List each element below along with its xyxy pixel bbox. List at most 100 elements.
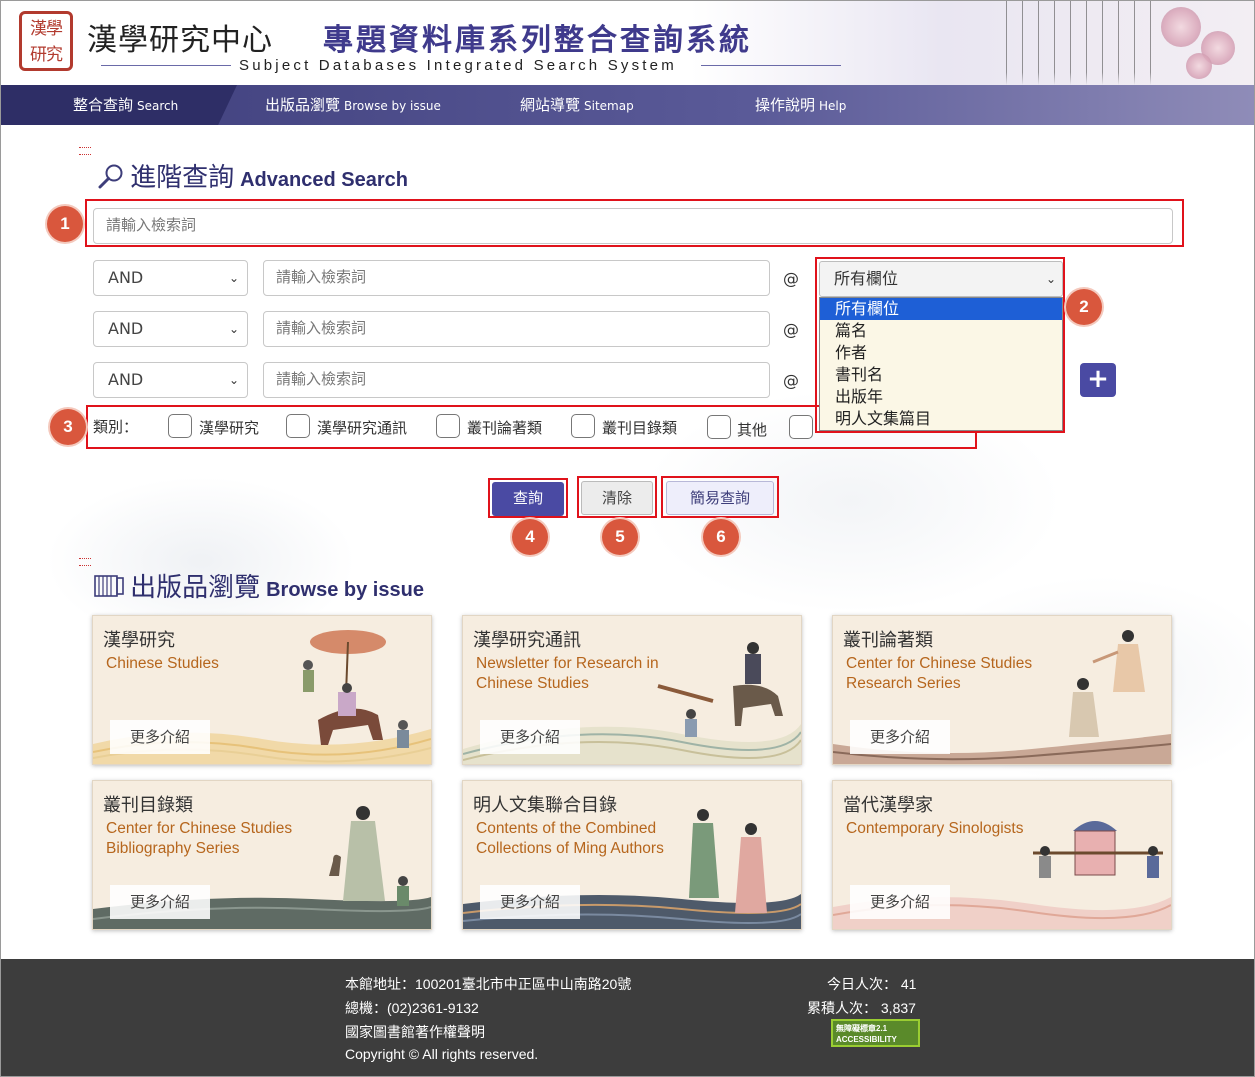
card-title: 叢刊目錄類	[103, 795, 193, 816]
at-symbol: @	[783, 320, 799, 339]
publication-card-contemporary-sinologists[interactable]: 當代漢學家 Contemporary Sinologists 更多介紹	[832, 780, 1172, 930]
category-checkbox-chinese-studies[interactable]	[168, 414, 192, 438]
chevron-down-icon: ⌄	[228, 373, 239, 387]
operator-select-1[interactable]: AND ⌄	[93, 260, 248, 296]
more-info-button[interactable]: 更多介紹	[110, 720, 210, 754]
category-option-label: 叢刊目錄類	[602, 419, 678, 437]
anchor-marker	[79, 147, 91, 155]
keyword-input-2[interactable]: 請輸入檢索詞	[263, 260, 770, 296]
system-title: 專題資料庫系列整合查詢系統	[323, 23, 752, 58]
more-info-button[interactable]: 更多介紹	[850, 885, 950, 919]
browse-title: 出版品瀏覽 Browse by issue	[93, 567, 424, 604]
category-option-label: 叢刊論著類	[467, 419, 543, 437]
field-option-year[interactable]: 出版年	[820, 386, 1062, 408]
illustration-rider-umbrella	[303, 630, 409, 748]
card-subtitle: Chinese Studies	[106, 655, 219, 672]
field-dropdown-list: 所有欄位 篇名 作者 書刊名 出版年 明人文集篇目	[819, 297, 1063, 431]
publication-card-ming-collections[interactable]: 明人文集聯合目錄 Contents of the Combined Collec…	[462, 780, 802, 930]
chevron-down-icon: ⌄	[228, 271, 239, 285]
copyright-notice-link[interactable]: 國家圖書館著作權聲明	[345, 1022, 485, 1042]
publication-card-newsletter[interactable]: 漢學研究通訊 Newsletter for Research in Chines…	[462, 615, 802, 765]
publication-card-bibliography-series[interactable]: 叢刊目錄類 Center for Chinese Studies Bibliog…	[92, 780, 432, 930]
category-option-label: 漢學研究	[199, 419, 260, 437]
more-info-button[interactable]: 更多介紹	[480, 885, 580, 919]
card-subtitle: Center for Chinese Studies Research Seri…	[846, 655, 1033, 692]
callout-badge-3: 3	[50, 409, 86, 445]
search-icon	[98, 164, 123, 189]
operator-select-3[interactable]: AND ⌄	[93, 362, 248, 398]
nav-item-sitemap[interactable]: 網站導覽 Sitemap	[520, 85, 634, 125]
field-option-title[interactable]: 篇名	[820, 320, 1062, 342]
field-option-publication[interactable]: 書刊名	[820, 364, 1062, 386]
publication-card-chinese-studies[interactable]: 漢學研究 Chinese Studies 更多介紹	[92, 615, 432, 765]
field-option-author[interactable]: 作者	[820, 342, 1062, 364]
callout-badge-2: 2	[1066, 289, 1102, 325]
category-checkbox-bibliography-series[interactable]	[571, 414, 595, 438]
system-title-en: Subject Databases Integrated Search Syst…	[239, 57, 677, 74]
site-footer: 本館地址：100201臺北市中正區中山南路20號 總機：(02)2361-913…	[1, 959, 1254, 1076]
card-title: 明人文集聯合目錄	[473, 795, 617, 816]
page: 漢學 研究 漢學研究中心 專題資料庫系列整合查詢系統 Subject Databa…	[0, 0, 1255, 1077]
illustration-walker-child	[329, 806, 409, 906]
main-nav: 整合查詢 Search 出版品瀏覽 Browse by issue 網站導覽 Site…	[1, 85, 1254, 125]
accessibility-badge[interactable]: 無障礙標章2.1 ACCESSIBILITY	[831, 1019, 920, 1047]
category-option-label: 其他	[737, 421, 768, 439]
more-info-button[interactable]: 更多介紹	[110, 885, 210, 919]
callout-badge-5: 5	[602, 519, 638, 555]
simple-search-button[interactable]: 簡易查詢	[666, 481, 774, 515]
at-symbol: @	[783, 269, 799, 288]
book-scroll-icon	[94, 575, 124, 597]
title-divider-right	[701, 65, 841, 66]
category-checkbox-newsletter[interactable]	[286, 414, 310, 438]
card-title: 漢學研究	[103, 630, 175, 651]
field-select[interactable]: 所有欄位 ⌄	[819, 261, 1063, 297]
card-subtitle: Contemporary Sinologists	[846, 820, 1024, 837]
card-title: 當代漢學家	[843, 795, 933, 816]
card-subtitle: Center for Chinese Studies Bibliography …	[106, 820, 293, 857]
main-keyword-input[interactable]: 請輸入檢索詞	[93, 208, 1173, 244]
footer-phone: 總機：(02)2361-9132	[345, 1000, 479, 1016]
calligraphy-decoration	[997, 1, 1157, 85]
category-option-label: 漢學研究通訊	[317, 419, 408, 437]
chevron-down-icon: ⌄	[228, 322, 239, 336]
today-visitors: 今日人次： 41	[827, 976, 917, 992]
title-divider-left	[101, 65, 231, 66]
category-label: 類別：	[93, 418, 139, 436]
clear-button[interactable]: 清除	[581, 481, 653, 515]
card-subtitle: Contents of the Combined Collections of …	[476, 820, 664, 857]
category-checkbox-more[interactable]	[789, 415, 813, 439]
card-subtitle: Newsletter for Research in Chinese Studi…	[476, 655, 659, 692]
more-info-button[interactable]: 更多介紹	[480, 720, 580, 754]
callout-badge-6: 6	[703, 519, 739, 555]
nav-item-help[interactable]: 操作說明 Help	[755, 85, 846, 125]
nav-item-browse[interactable]: 出版品瀏覽 Browse by issue	[265, 85, 441, 125]
add-row-button[interactable]: +	[1080, 363, 1116, 397]
nav-item-search[interactable]: 整合查詢 Search	[73, 85, 178, 125]
search-button[interactable]: 查詢	[492, 482, 564, 516]
site-header: 漢學 研究 漢學研究中心 專題資料庫系列整合查詢系統 Subject Databa…	[1, 1, 1254, 85]
footer-copyright: Copyright © All rights reserved.	[345, 1046, 539, 1062]
category-checkbox-other[interactable]	[707, 415, 731, 439]
flower-decoration	[1186, 53, 1212, 79]
callout-badge-1: 1	[47, 206, 83, 242]
keyword-input-3[interactable]: 請輸入檢索詞	[263, 311, 770, 347]
category-checkbox-research-series[interactable]	[436, 414, 460, 438]
card-title: 漢學研究通訊	[473, 630, 581, 651]
field-option-all[interactable]: 所有欄位	[820, 298, 1062, 320]
publication-card-research-series[interactable]: 叢刊論著類 Center for Chinese Studies Researc…	[832, 615, 1172, 765]
flower-decoration	[1161, 7, 1201, 47]
card-title: 叢刊論著類	[843, 630, 933, 651]
anchor-marker	[79, 558, 91, 566]
at-symbol: @	[783, 371, 799, 390]
field-option-ming-collections[interactable]: 明人文集篇目	[820, 408, 1062, 430]
more-info-button[interactable]: 更多介紹	[850, 720, 950, 754]
advanced-search-title: 進階查詢 Advanced Search	[97, 157, 408, 194]
seal-logo: 漢學 研究	[19, 11, 73, 71]
chevron-down-icon: ⌄	[1045, 272, 1056, 286]
center-name: 漢學研究中心	[87, 23, 273, 58]
callout-badge-4: 4	[512, 519, 548, 555]
total-visitors: 累積人次： 3,837	[807, 1000, 916, 1016]
keyword-input-4[interactable]: 請輸入檢索詞	[263, 362, 770, 398]
footer-address: 本館地址：100201臺北市中正區中山南路20號	[345, 976, 632, 992]
operator-select-2[interactable]: AND ⌄	[93, 311, 248, 347]
